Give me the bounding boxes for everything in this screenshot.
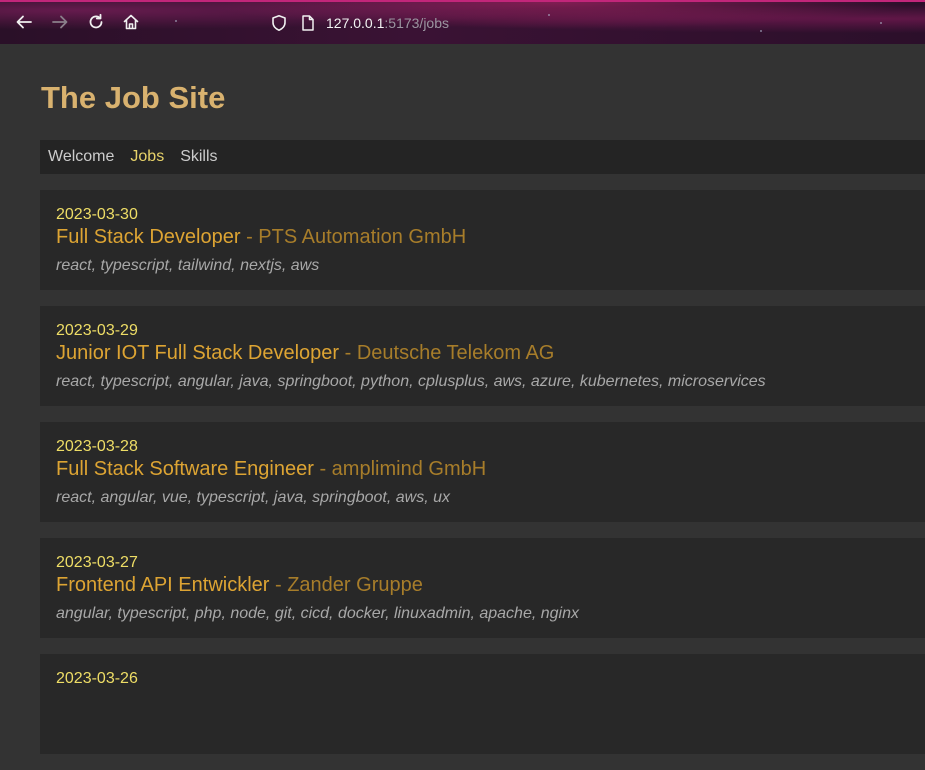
job-date: 2023-03-30 [56, 206, 138, 223]
star-decoration [760, 30, 762, 32]
star-decoration [880, 22, 882, 24]
main-nav: Welcome Jobs Skills [40, 140, 925, 174]
job-company: - Zander Gruppe [275, 574, 423, 596]
page-content: The Job Site Welcome Jobs Skills 2023-03… [0, 44, 925, 754]
job-heading: Junior IOT Full Stack Developer - Deutsc… [56, 340, 909, 366]
job-title[interactable]: Frontend API Entwickler [56, 574, 269, 596]
job-company: - Deutsche Telekom AG [344, 342, 555, 364]
reload-icon [89, 13, 103, 29]
job-title[interactable]: Full Stack Software Engineer [56, 458, 314, 480]
job-heading: Frontend API Entwickler - Zander Gruppe [56, 572, 909, 598]
job-date: 2023-03-27 [56, 554, 138, 571]
back-arrow-icon [16, 15, 32, 29]
job-card[interactable]: 2023-03-26 [40, 654, 925, 754]
nav-link-jobs[interactable]: Jobs [130, 148, 164, 166]
job-heading: Full Stack Developer - PTS Automation Gm… [56, 224, 909, 250]
back-button[interactable] [13, 11, 35, 33]
job-skills: angular, typescript, php, node, git, cic… [56, 605, 579, 622]
reload-button[interactable] [85, 11, 107, 33]
star-decoration [175, 20, 177, 22]
job-list: 2023-03-30 Full Stack Developer - PTS Au… [40, 190, 925, 770]
nav-link-welcome[interactable]: Welcome [48, 148, 114, 166]
url-path: :5173/jobs [384, 15, 449, 31]
home-icon [123, 14, 139, 30]
job-card[interactable]: 2023-03-29 Junior IOT Full Stack Develop… [40, 306, 925, 406]
job-card[interactable]: 2023-03-28 Full Stack Software Engineer … [40, 422, 925, 522]
site-title: The Job Site [41, 80, 226, 115]
page-icon [302, 15, 314, 31]
job-title[interactable]: Full Stack Developer [56, 226, 241, 248]
job-skills: react, angular, vue, typescript, java, s… [56, 489, 450, 506]
nav-link-skills[interactable]: Skills [180, 148, 217, 166]
job-skills: react, typescript, tailwind, nextjs, aws [56, 257, 320, 274]
job-heading: Full Stack Software Engineer - amplimind… [56, 456, 909, 482]
job-date: 2023-03-26 [56, 670, 138, 687]
job-company: - amplimind GmbH [319, 458, 487, 480]
job-skills: react, typescript, angular, java, spring… [56, 373, 766, 390]
forward-arrow-icon [52, 15, 68, 29]
star-decoration [548, 14, 550, 16]
home-button[interactable] [120, 11, 142, 33]
address-bar[interactable]: 127.0.0.1:5173/jobs [270, 8, 449, 38]
job-card[interactable]: 2023-03-30 Full Stack Developer - PTS Au… [40, 190, 925, 290]
job-card[interactable]: 2023-03-27 Frontend API Entwickler - Zan… [40, 538, 925, 638]
forward-button[interactable] [49, 11, 71, 33]
browser-toolbar: 127.0.0.1:5173/jobs [0, 0, 925, 44]
job-date: 2023-03-29 [56, 322, 138, 339]
job-date: 2023-03-28 [56, 438, 138, 455]
url-host: 127.0.0.1 [326, 15, 385, 31]
job-title[interactable]: Junior IOT Full Stack Developer [56, 342, 339, 364]
shield-icon[interactable] [270, 14, 288, 32]
job-company: - PTS Automation GmbH [246, 226, 467, 248]
